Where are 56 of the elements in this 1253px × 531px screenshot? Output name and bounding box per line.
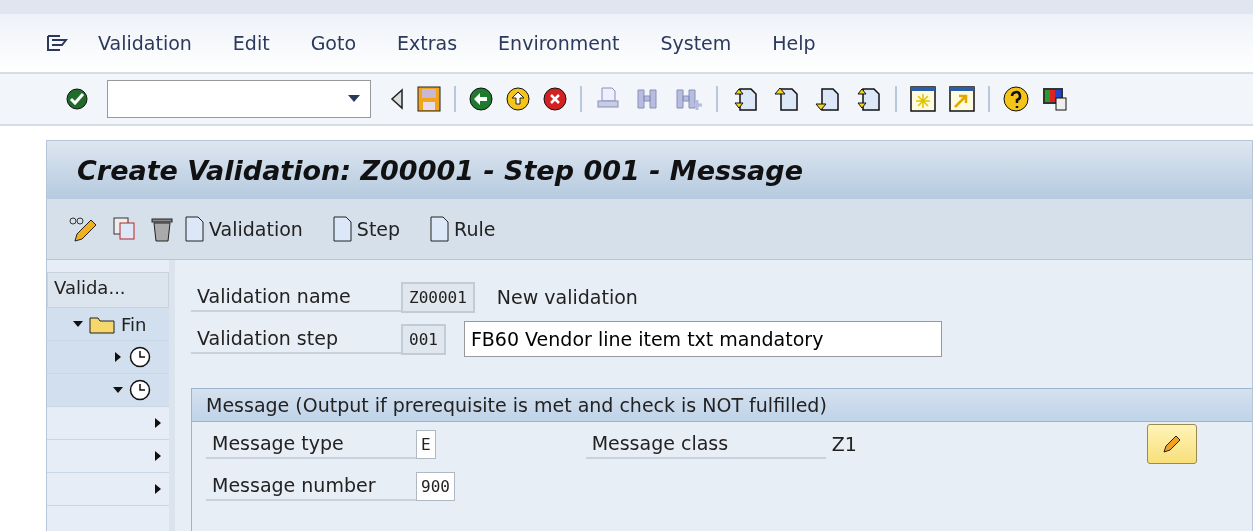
edit-button[interactable]	[1146, 424, 1197, 464]
trash-icon[interactable]	[149, 215, 175, 243]
clock-icon	[129, 379, 151, 401]
tree-row[interactable]	[47, 341, 169, 374]
menu-icon[interactable]	[46, 34, 68, 52]
menu-item[interactable]: Validation	[98, 32, 192, 54]
enter-icon[interactable]	[66, 88, 88, 110]
description-field[interactable]: FB60 Vendor line item txt mandatory	[463, 321, 942, 357]
field-value: Z00001	[401, 281, 475, 313]
menu-item[interactable]: Environment	[498, 32, 620, 54]
menu-item[interactable]: Extras	[397, 32, 458, 54]
menu-item[interactable]: Goto	[310, 32, 357, 54]
pencil-icon	[1160, 433, 1183, 455]
last-page-icon[interactable]	[854, 86, 882, 112]
dropdown-icon	[348, 95, 360, 103]
column-header[interactable]: Valida...	[47, 272, 169, 308]
group-title: Message (Output if prerequisite is met and check is NOT fulfilled)	[192, 389, 1252, 422]
collapsed-icon[interactable]	[153, 484, 163, 494]
previous-page-icon[interactable]	[772, 86, 800, 112]
menu-item[interactable]: System	[660, 32, 732, 54]
field-label: Message class	[585, 429, 826, 459]
new-session-icon[interactable]	[910, 86, 936, 112]
cancel-icon[interactable]	[543, 87, 567, 111]
save-icon[interactable]	[417, 86, 441, 112]
document-icon	[430, 216, 451, 242]
field-value: Z1	[831, 433, 857, 455]
expanded-icon[interactable]	[73, 319, 83, 329]
document-icon	[185, 216, 205, 242]
next-page-icon[interactable]	[813, 86, 841, 112]
collapsed-icon[interactable]	[113, 352, 123, 362]
command-field[interactable]	[107, 80, 371, 118]
back-arrow-icon[interactable]	[390, 88, 404, 110]
new-button[interactable]: Rule	[430, 216, 496, 242]
new-button[interactable]: Step	[332, 216, 401, 242]
expanded-icon[interactable]	[113, 385, 123, 395]
back-icon[interactable]	[469, 87, 493, 111]
tree-row[interactable]: Fin	[47, 308, 169, 341]
message-number-field[interactable]: 900	[416, 471, 455, 501]
menu-item[interactable]: Edit	[232, 32, 270, 54]
collapsed-icon[interactable]	[153, 451, 163, 461]
first-page-icon[interactable]	[731, 86, 759, 112]
message-type-field[interactable]: E	[416, 429, 436, 459]
tree-row[interactable]	[47, 374, 169, 407]
new-button[interactable]: Validation	[185, 216, 303, 242]
description-text: New validation	[496, 286, 638, 308]
menu-item[interactable]: Help	[772, 32, 816, 54]
shortcut-icon[interactable]	[949, 86, 975, 112]
clock-icon	[129, 346, 151, 368]
screen-title: Create Validation: Z00001 - Step 001 - Message	[77, 154, 803, 186]
collapsed-icon[interactable]	[153, 418, 163, 428]
tree-node-label[interactable]: Fin	[121, 313, 147, 335]
folder-icon	[89, 314, 115, 334]
help-icon[interactable]	[1003, 86, 1029, 112]
document-icon	[332, 216, 353, 242]
monitor-icon[interactable]	[1042, 86, 1068, 112]
field-value: 001	[401, 323, 446, 355]
